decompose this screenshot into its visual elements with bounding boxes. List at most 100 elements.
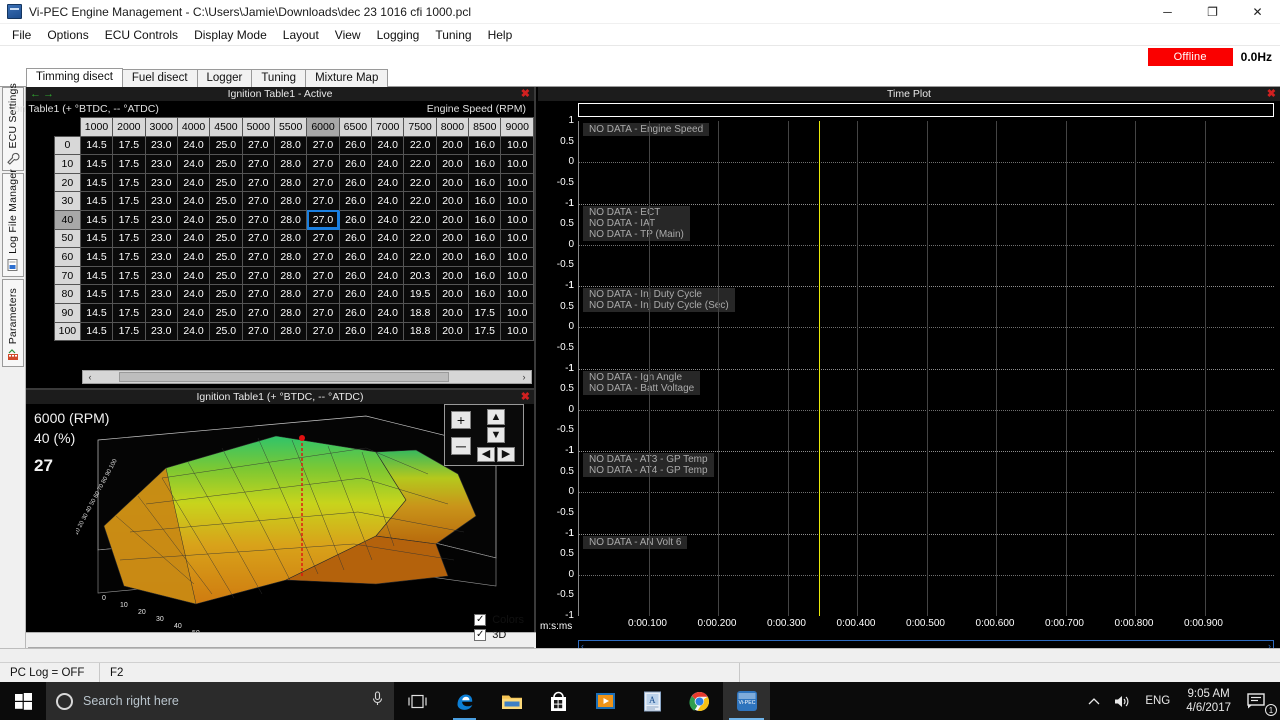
table-cell[interactable]: 23.0 (144, 302, 178, 323)
table-cell[interactable]: 20.0 (435, 154, 470, 174)
nav-next-icon[interactable]: → (43, 88, 56, 100)
table-row[interactable]: 80 14.5 17.5 23.0 24.0 25.0 27.0 28.0 27.0 26.0 24… (54, 284, 534, 304)
microphone-icon[interactable] (371, 691, 384, 711)
table-cell[interactable]: 18.8 (403, 302, 437, 323)
table-cell[interactable]: 16.0 (468, 172, 502, 193)
table-cell[interactable]: 14.5 (79, 209, 114, 230)
table-cell[interactable]: 10.0 (500, 302, 534, 323)
table-cell[interactable]: 14.5 (79, 302, 114, 323)
close-icon[interactable]: ✖ (1267, 87, 1276, 101)
table-column-header[interactable]: 8500 (468, 117, 502, 137)
tray-volume-button[interactable] (1107, 682, 1138, 720)
table-column-header[interactable]: 7000 (371, 117, 405, 137)
table-cell[interactable]: 23.0 (144, 247, 178, 267)
taskbar-app-chrome[interactable] (676, 682, 723, 720)
table-cell[interactable]: 26.0 (338, 284, 373, 304)
table-cell[interactable]: 24.0 (176, 154, 211, 174)
tab-timming-disect[interactable]: Timming disect (26, 68, 123, 87)
table-cell[interactable]: 14.5 (79, 154, 114, 174)
table-cell[interactable]: 27.0 (306, 172, 340, 193)
table-cell[interactable]: 24.0 (176, 247, 211, 267)
table-cell[interactable]: 20.0 (435, 172, 470, 193)
table-column-header[interactable]: 7500 (403, 117, 437, 137)
table-cell[interactable]: 25.0 (209, 228, 243, 249)
table-cell[interactable]: 17.5 (468, 302, 502, 323)
table-cell[interactable]: 26.0 (338, 135, 373, 156)
menu-tuning[interactable]: Tuning (427, 25, 479, 45)
table-cell[interactable]: 10.0 (500, 135, 534, 156)
table-cell[interactable]: 25.0 (209, 135, 243, 156)
table-cell[interactable]: 16.0 (468, 191, 502, 211)
table-cell[interactable]: 24.0 (176, 302, 211, 323)
table-cell[interactable]: 28.0 (273, 135, 308, 156)
horizontal-splitter[interactable] (0, 648, 1280, 662)
table-cell[interactable]: 24.0 (176, 321, 211, 342)
table-cell[interactable]: 23.0 (144, 321, 178, 342)
table-column-header[interactable]: 1000 (79, 117, 114, 137)
table-row[interactable]: 90 14.5 17.5 23.0 24.0 25.0 27.0 28.0 27.0 26.0 24… (54, 302, 534, 323)
rotate-down-button[interactable]: ▼ (487, 427, 505, 443)
table-cell[interactable]: 27.0 (241, 302, 275, 323)
table-cell[interactable]: 26.0 (338, 247, 373, 267)
table-cell[interactable]: 23.0 (144, 172, 178, 193)
table-cell[interactable]: 16.0 (468, 154, 502, 174)
sidebar-item-log-file-manager[interactable]: Log File Manager (2, 169, 24, 277)
table-cell[interactable]: 27.0 (241, 172, 275, 193)
menu-layout[interactable]: Layout (275, 25, 327, 45)
table-cell[interactable]: 25.0 (209, 209, 243, 230)
table-cell[interactable]: 24.0 (371, 265, 405, 286)
table-cell[interactable]: 17.5 (112, 154, 146, 174)
table-cell[interactable]: 22.0 (403, 135, 437, 156)
menu-logging[interactable]: Logging (369, 25, 428, 45)
table-cell[interactable]: 24.0 (371, 191, 405, 211)
close-button[interactable]: ✕ (1235, 0, 1280, 24)
table-cell[interactable]: 16.0 (468, 135, 502, 156)
table-cell[interactable]: 20.0 (435, 265, 470, 286)
table-cell[interactable]: 24.0 (176, 265, 211, 286)
table-cell[interactable]: 27.0 (306, 135, 340, 156)
table-cell[interactable]: 10.0 (500, 284, 534, 304)
table-cell[interactable]: 24.0 (371, 209, 405, 230)
table-column-header[interactable]: 6000 (306, 117, 340, 137)
sidebar-item-ecu-settings[interactable]: ECU Settings (2, 83, 24, 171)
table-cell[interactable]: 16.0 (468, 228, 502, 249)
menu-display-mode[interactable]: Display Mode (186, 25, 275, 45)
table-cell[interactable]: 10.0 (500, 172, 534, 193)
start-button[interactable] (0, 682, 46, 720)
table-cell[interactable]: 24.0 (176, 228, 211, 249)
close-icon[interactable]: ✖ (521, 87, 530, 101)
table-cell[interactable]: 24.0 (371, 284, 405, 304)
table-column-header[interactable]: 2000 (112, 117, 146, 137)
table-cell[interactable]: 22.0 (403, 191, 437, 211)
table-cell[interactable]: 18.8 (403, 321, 437, 342)
table-cell[interactable]: 17.5 (112, 284, 146, 304)
table-cell[interactable]: 23.0 (144, 154, 178, 174)
table-column-header[interactable]: 9000 (500, 117, 534, 137)
table-cell[interactable]: 14.5 (79, 284, 114, 304)
table-column-header[interactable]: 3000 (144, 117, 178, 137)
table-row-header[interactable]: 50 (54, 228, 81, 249)
table-cell[interactable]: 14.5 (79, 172, 114, 193)
table-cell[interactable]: 27.0 (241, 135, 275, 156)
table-row-header[interactable]: 40 (54, 209, 81, 230)
table-cell[interactable]: 27.0 (241, 154, 275, 174)
table-cell[interactable]: 27.0 (241, 247, 275, 267)
tab-tuning[interactable]: Tuning (251, 69, 307, 87)
table-cell[interactable]: 26.0 (338, 302, 373, 323)
table-cell[interactable]: 20.3 (403, 265, 437, 286)
table-cell[interactable]: 27.0 (306, 228, 340, 249)
time-plot-toolbar[interactable] (578, 103, 1274, 117)
table-row[interactable]: 100 14.5 17.5 23.0 24.0 25.0 27.0 28.0 27.0 26.0 2… (54, 321, 534, 342)
taskbar-app-file-explorer[interactable] (488, 682, 535, 720)
tray-clock[interactable]: 9:05 AM 4/6/2017 (1177, 682, 1240, 720)
table-row[interactable]: 0 14.5 17.5 23.0 24.0 25.0 27.0 28.0 27.0 26.0 24.… (54, 135, 534, 156)
table-cell[interactable]: 22.0 (403, 228, 437, 249)
table-row[interactable]: 60 14.5 17.5 23.0 24.0 25.0 27.0 28.0 27.0 26.0 24… (54, 247, 534, 267)
table-nav-arrows[interactable]: ←→ (30, 87, 56, 101)
table-cell[interactable]: 23.0 (144, 135, 178, 156)
table-cell[interactable]: 28.0 (273, 321, 308, 342)
table-cell[interactable]: 28.0 (273, 284, 308, 304)
taskbar-app-edge[interactable] (441, 682, 488, 720)
table-row[interactable]: 30 14.5 17.5 23.0 24.0 25.0 27.0 28.0 27.0 26.0 24… (54, 191, 534, 211)
table-cell[interactable]: 17.5 (112, 172, 146, 193)
